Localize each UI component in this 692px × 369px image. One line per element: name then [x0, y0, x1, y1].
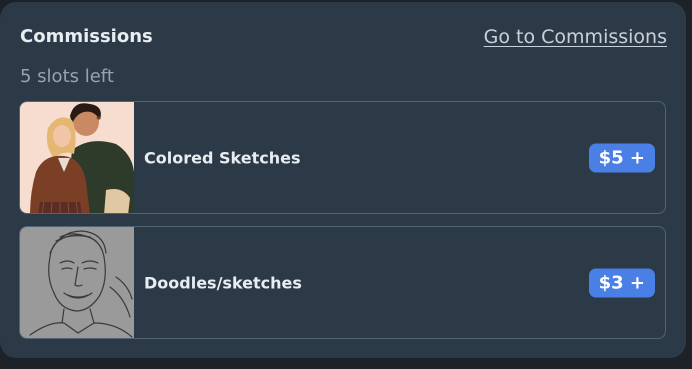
pencil-sketch-thumbnail	[20, 227, 134, 338]
commissions-title: Commissions	[20, 26, 153, 47]
commission-item-name: Doodles/sketches	[144, 273, 302, 292]
svg-text:♥: ♥	[96, 116, 101, 122]
commission-item-colored-sketches[interactable]: ♥ Colored Sketches $5 +	[19, 101, 666, 214]
colored-sketch-thumbnail: ♥	[20, 102, 134, 213]
commission-item-name: Colored Sketches	[144, 148, 301, 167]
go-to-commissions-link[interactable]: Go to Commissions	[484, 26, 667, 48]
slots-left-text: 5 slots left	[20, 66, 114, 87]
commissions-card: Commissions Go to Commissions 5 slots le…	[0, 2, 686, 358]
commission-item-doodles-sketches[interactable]: Doodles/sketches $3 +	[19, 226, 666, 339]
price-badge: $5 +	[588, 143, 655, 172]
price-badge: $3 +	[588, 268, 655, 297]
